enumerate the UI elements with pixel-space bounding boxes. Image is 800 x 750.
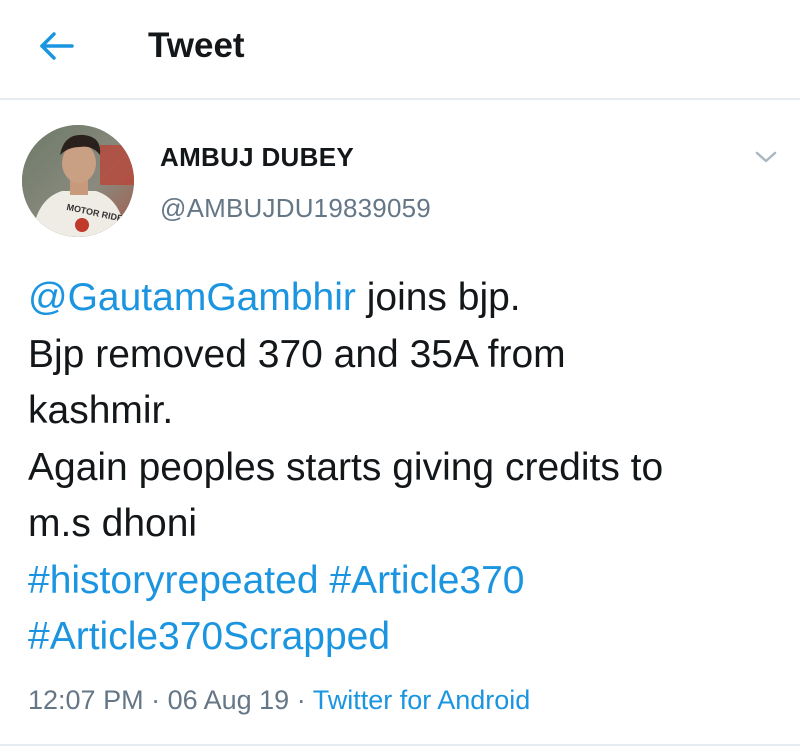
tweet-text: @GautamGambhir joins bjp. Bjp removed 37… bbox=[28, 270, 788, 666]
avatar[interactable]: MOTOR RIDERS bbox=[22, 125, 134, 237]
tweet-line: kashmir. bbox=[28, 389, 174, 432]
meta-separator: · bbox=[143, 685, 168, 715]
tweet-line: Bjp removed 370 and 35A from bbox=[28, 332, 566, 376]
tweet-meta: 12:07 PM · 06 Aug 19 · Twitter for Andro… bbox=[28, 682, 530, 718]
more-options-button[interactable] bbox=[752, 146, 780, 168]
mention-link[interactable]: @GautamGambhir bbox=[28, 276, 356, 319]
tweet-date: 06 Aug 19 bbox=[167, 685, 290, 715]
tweet-line: @GautamGambhir joins bjp. bbox=[28, 270, 788, 327]
hashtag-link[interactable]: #historyrepeated bbox=[28, 559, 319, 602]
tweet-line: Again peoples starts giving credits to bbox=[28, 445, 664, 489]
meta-separator: · bbox=[289, 685, 313, 715]
author-display-name[interactable]: AMBUJ DUBEY bbox=[160, 141, 354, 173]
tweet-line: #historyrepeated #Article370 bbox=[28, 553, 788, 610]
tweet-line: #Article370Scrapped bbox=[28, 609, 788, 666]
tweet-time: 12:07 PM bbox=[28, 685, 144, 715]
top-bar: Tweet bbox=[0, 0, 800, 100]
page-title: Tweet bbox=[148, 26, 245, 65]
arrow-left-icon bbox=[40, 32, 74, 60]
tweet-source-link[interactable]: Twitter for Android bbox=[313, 685, 531, 715]
author-handle[interactable]: @AMBUJDU19839059 bbox=[160, 192, 431, 224]
tweet-line-text: joins bjp. bbox=[355, 276, 521, 319]
back-button[interactable] bbox=[34, 26, 78, 66]
tweet-line: m.s dhoni bbox=[28, 502, 198, 545]
hashtag-link[interactable]: #Article370 bbox=[329, 559, 524, 602]
chevron-down-icon bbox=[755, 151, 777, 163]
hashtag-link[interactable]: #Article370Scrapped bbox=[28, 615, 390, 658]
divider bbox=[0, 744, 800, 746]
avatar-image: MOTOR RIDERS bbox=[22, 125, 134, 237]
